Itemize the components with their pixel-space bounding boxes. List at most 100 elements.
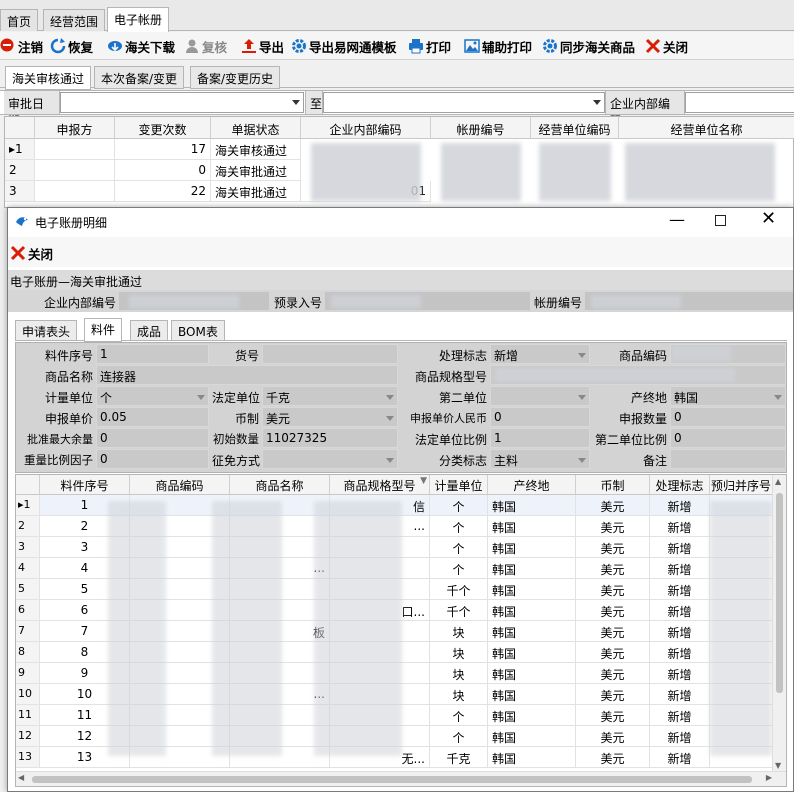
restore-button[interactable]: 恢复 xyxy=(50,36,93,56)
scroll-up-icon[interactable]: ▲ xyxy=(775,477,781,486)
cell[interactable]: 韩国 xyxy=(488,747,576,768)
tab-materials[interactable]: 料件 xyxy=(84,318,123,342)
cell[interactable]: 新增 xyxy=(650,600,710,621)
price-rmb-field[interactable]: 0 xyxy=(490,407,590,427)
column-header[interactable]: 计量单位 xyxy=(430,475,488,495)
cell[interactable]: 新增 xyxy=(650,579,710,600)
cell[interactable]: 新增 xyxy=(650,642,710,663)
price-field[interactable]: 0.05 xyxy=(96,407,209,427)
spec-field[interactable] xyxy=(490,365,786,385)
legal-ratio-field[interactable]: 1 xyxy=(490,428,590,448)
cell[interactable]: 个 xyxy=(430,537,488,558)
currency-select[interactable]: 美元 xyxy=(262,407,398,427)
cell[interactable]: 新增 xyxy=(650,747,710,768)
scroll-thumb[interactable] xyxy=(776,493,783,693)
cell[interactable]: 海关审批通过 xyxy=(211,181,301,202)
cell[interactable]: 韩国 xyxy=(488,621,576,642)
cell[interactable]: 韩国 xyxy=(488,642,576,663)
tab-products[interactable]: 成品 xyxy=(130,320,169,341)
cell[interactable]: 韩国 xyxy=(488,726,576,747)
goods-name-field[interactable]: 连接器 xyxy=(96,365,398,385)
internal-code-value[interactable] xyxy=(119,292,269,310)
cell[interactable]: 海关审批通过 xyxy=(211,160,301,181)
cell[interactable]: 个 xyxy=(430,705,488,726)
cell[interactable]: 块 xyxy=(430,684,488,705)
export-button[interactable]: 导出 xyxy=(241,36,284,56)
dialog-close-button[interactable]: 关闭 xyxy=(10,243,53,263)
close-button[interactable]: 关闭 xyxy=(645,36,688,56)
date-to-select[interactable] xyxy=(323,92,605,113)
cell[interactable]: 韩国 xyxy=(488,705,576,726)
maximize-icon[interactable] xyxy=(715,215,726,226)
cell[interactable]: 韩国 xyxy=(488,558,576,579)
cell[interactable]: 韩国 xyxy=(488,495,576,516)
customs-download-button[interactable]: 海关下载 xyxy=(107,36,175,56)
table-row[interactable]: ▸1 xyxy=(5,139,35,160)
column-header[interactable]: 商品名称 xyxy=(230,475,330,495)
tab-customs-approved[interactable]: 海关审核通过 xyxy=(5,66,92,90)
cell[interactable]: 美元 xyxy=(576,747,650,768)
column-header[interactable]: 申报方 xyxy=(35,117,115,139)
tab-bom[interactable]: BOM表 xyxy=(171,320,225,341)
column-header[interactable]: 变更次数 xyxy=(115,117,211,139)
cell[interactable]: 千个 xyxy=(430,579,488,600)
legal-unit-select[interactable]: 千克 xyxy=(262,386,398,406)
flag-select[interactable]: 新增 xyxy=(490,344,590,364)
column-header[interactable]: 料件序号 xyxy=(40,475,130,495)
item-no-field[interactable]: 1 xyxy=(96,344,209,364)
cell[interactable]: 美元 xyxy=(576,495,650,516)
cell[interactable]: 韩国 xyxy=(488,600,576,621)
cell[interactable]: 韩国 xyxy=(488,516,576,537)
cell[interactable]: 韩国 xyxy=(488,579,576,600)
cell[interactable]: 个 xyxy=(430,726,488,747)
goods-code-field[interactable] xyxy=(670,344,786,364)
cell[interactable]: 美元 xyxy=(576,516,650,537)
cell[interactable]: 美元 xyxy=(576,621,650,642)
cell[interactable]: 美元 xyxy=(576,726,650,747)
cell[interactable]: 新增 xyxy=(650,516,710,537)
minimize-icon[interactable]: — xyxy=(669,210,685,229)
cell[interactable]: 22 xyxy=(115,181,211,202)
column-header[interactable]: 经营单位编码 xyxy=(531,117,619,139)
filter-icon[interactable]: ▼ xyxy=(420,476,427,486)
cell[interactable]: 美元 xyxy=(576,579,650,600)
column-header[interactable]: 产终地 xyxy=(488,475,576,495)
cell[interactable]: 0 xyxy=(115,160,211,181)
exempt-select[interactable] xyxy=(262,449,398,469)
export-template-button[interactable]: 导出易网通模板 xyxy=(291,36,397,56)
column-header[interactable]: 帐册编号 xyxy=(431,117,531,139)
tab-electronic-book[interactable]: 电子帐册 xyxy=(107,7,170,32)
cancel-record-button[interactable]: 注销 xyxy=(0,36,43,56)
origin-select[interactable]: 韩国 xyxy=(670,386,786,406)
column-header[interactable]: 企业内部编码 xyxy=(301,117,431,139)
cell[interactable]: 新增 xyxy=(650,663,710,684)
horizontal-scrollbar[interactable]: ◀ ▶ xyxy=(16,771,786,786)
cell[interactable]: 千个 xyxy=(430,600,488,621)
remark-field[interactable] xyxy=(670,449,786,469)
unit-select[interactable]: 个 xyxy=(96,386,209,406)
table-row[interactable]: 2 xyxy=(5,160,35,181)
sync-goods-button[interactable]: 同步海关商品 xyxy=(542,36,635,56)
cell[interactable]: 韩国 xyxy=(488,684,576,705)
cell[interactable]: 美元 xyxy=(576,684,650,705)
tab-application-header[interactable]: 申请表头 xyxy=(15,320,78,341)
goods-no-field[interactable] xyxy=(262,344,398,364)
cell[interactable]: 海关审核通过 xyxy=(211,139,301,160)
cell[interactable]: 新增 xyxy=(650,495,710,516)
cell[interactable]: 美元 xyxy=(576,537,650,558)
tab-business-scope[interactable]: 经营范围 xyxy=(43,9,106,31)
cell[interactable]: 美元 xyxy=(576,642,650,663)
table-row[interactable]: 3 xyxy=(5,181,35,202)
second-ratio-field[interactable]: 0 xyxy=(670,428,786,448)
cell[interactable]: 新增 xyxy=(650,726,710,747)
cell[interactable]: 个 xyxy=(430,516,488,537)
column-header[interactable]: 商品规格型号 ▼ xyxy=(330,475,430,495)
cell[interactable]: 美元 xyxy=(576,558,650,579)
cell[interactable] xyxy=(35,139,115,160)
vertical-scrollbar[interactable]: ▲ ▼ xyxy=(772,475,786,772)
pre-entry-value[interactable] xyxy=(325,292,530,310)
column-header[interactable]: 币制 xyxy=(576,475,650,495)
cell[interactable]: 新增 xyxy=(650,684,710,705)
cell[interactable] xyxy=(35,181,115,202)
print-button[interactable]: 打印 xyxy=(408,36,451,56)
